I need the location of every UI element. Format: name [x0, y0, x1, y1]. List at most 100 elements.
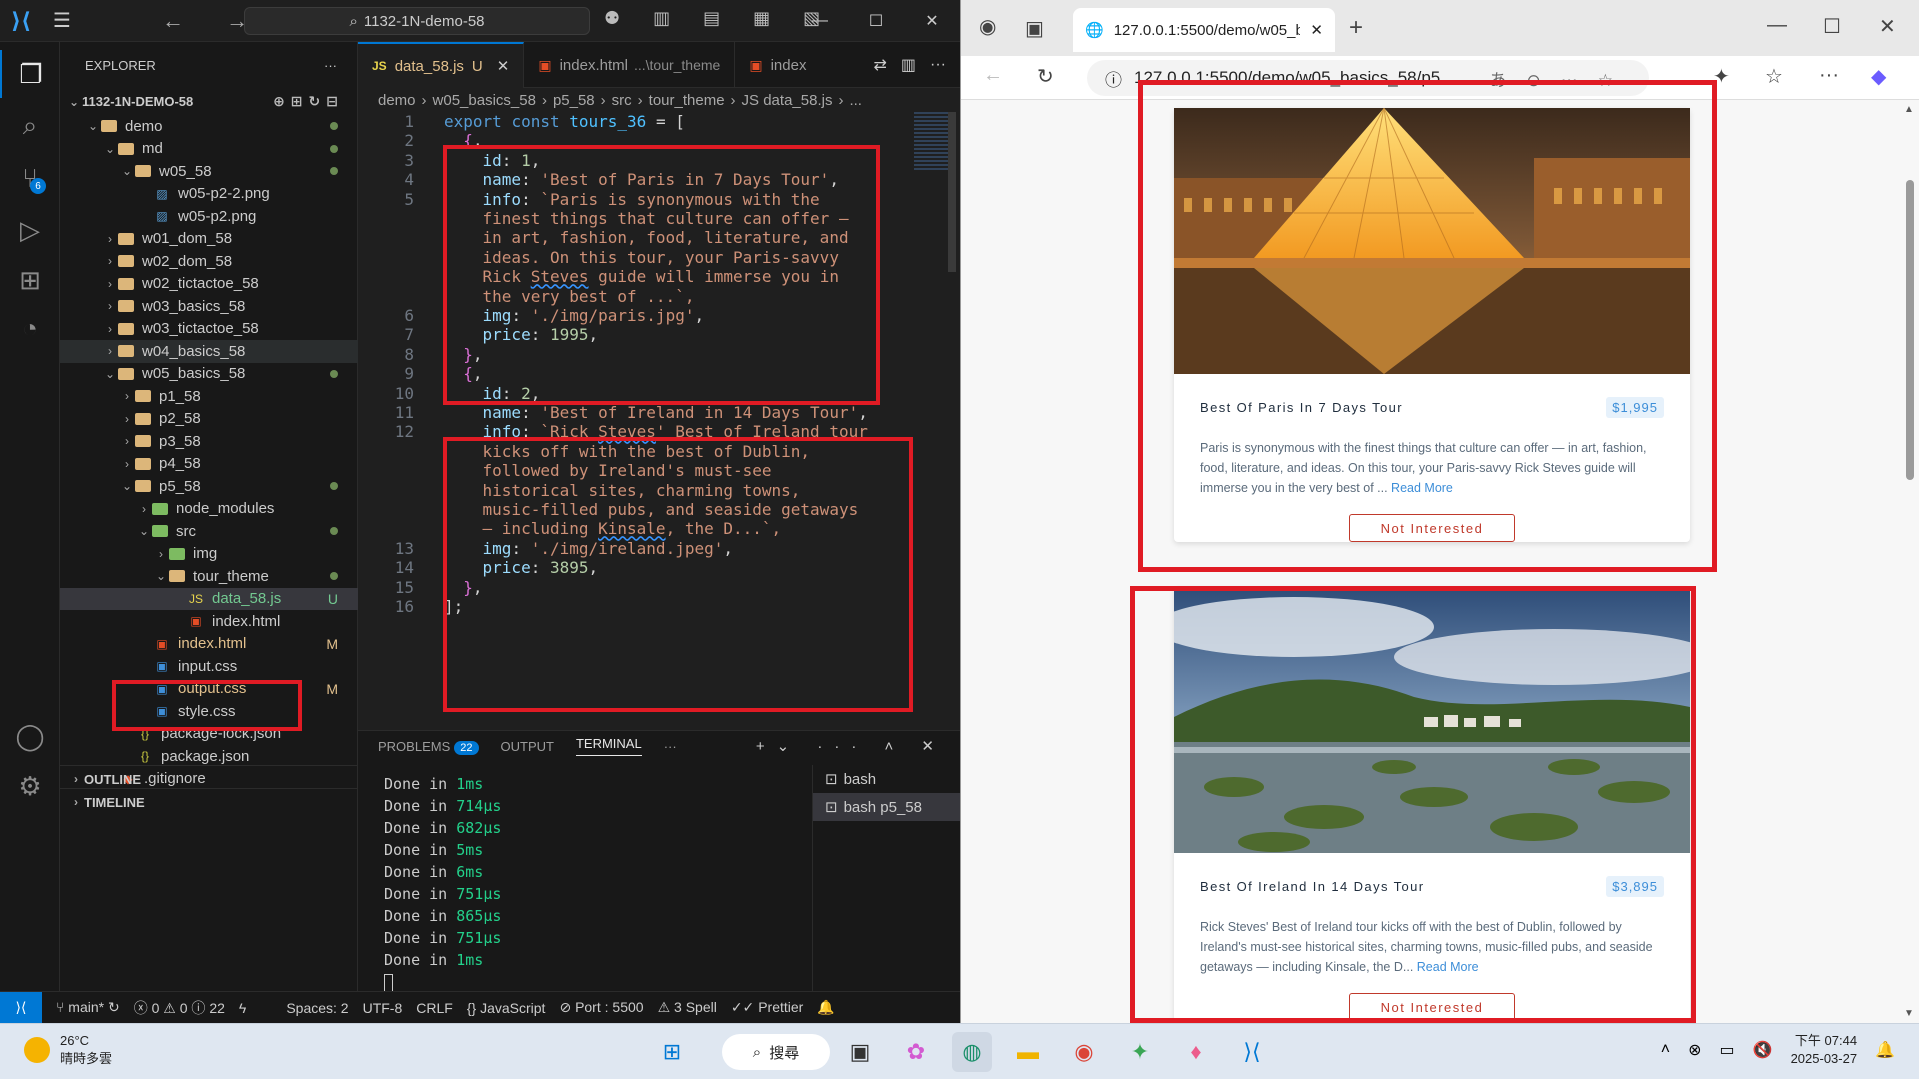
task-view-icon[interactable]: ▣ — [840, 1032, 880, 1072]
code-line[interactable]: 2 {, — [358, 131, 938, 150]
tab-data-58-js[interactable]: JS data_58.js U ✕ — [358, 42, 525, 88]
tree-item[interactable]: ⌄ w05_basics_58 — [60, 363, 358, 386]
tree-item[interactable]: › img — [60, 543, 358, 566]
code-line[interactable]: the very best of ...`, — [358, 287, 938, 306]
tree-item[interactable]: › w04_basics_58 — [60, 340, 358, 363]
address-bar[interactable]: ⓘ 127.0.0.1:5500/demo/w05_basics_58/p5 あ… — [1087, 60, 1649, 96]
tree-item[interactable]: ▣ input.css — [60, 655, 358, 678]
maximize-icon[interactable]: ☐ — [1823, 14, 1841, 39]
problems-status[interactable]: ⓧ 0 ⚠ 0 ⓘ 22 — [134, 998, 225, 1018]
terminal-output[interactable]: Done in 1ms Done in 714µs Done in 682µs Don… — [384, 773, 501, 993]
tab-actions-icon[interactable]: ▣ — [1025, 16, 1044, 41]
run-debug-icon[interactable]: ▷ — [0, 206, 60, 254]
close-tab-icon[interactable]: ✕ — [497, 57, 510, 75]
menu-icon[interactable]: ☰ — [42, 8, 82, 33]
copilot-app-icon[interactable]: ✿ — [896, 1032, 936, 1072]
breadcrumb-item[interactable]: src — [612, 92, 632, 109]
encoding-status[interactable]: UTF-8 — [363, 1000, 403, 1016]
code-line[interactable]: 16]; — [358, 597, 938, 616]
settings-gear-icon[interactable]: ⚙ — [0, 762, 60, 810]
code-line[interactable]: 1 export const tours_36 = [ — [358, 112, 938, 131]
code-line[interactable]: Rick Steves guide will immerse you in — [358, 267, 938, 286]
extensions-icon[interactable]: ⊞ — [0, 256, 60, 304]
tree-item[interactable]: ⌄ w05_58 — [60, 160, 358, 183]
settings-more-icon[interactable]: ··· — [1819, 64, 1839, 87]
notifications-icon[interactable]: 🔔 — [817, 999, 834, 1016]
network-icon[interactable]: ▭ — [1720, 1040, 1735, 1060]
copilot-icon[interactable]: ◆ — [1871, 64, 1886, 89]
read-more-link[interactable]: Read More — [1417, 960, 1479, 974]
code-line[interactable]: ideas. On this tour, your Paris-savvy — [358, 248, 938, 267]
chrome-icon[interactable]: ◉ — [1064, 1032, 1104, 1072]
read-more-link[interactable]: Read More — [1391, 481, 1453, 495]
terminal-item-bash[interactable]: ⊡ bash — [813, 765, 960, 793]
branch-status[interactable]: ⑂ main* ↻ — [56, 999, 120, 1016]
tab-output[interactable]: OUTPUT — [501, 739, 554, 754]
language-status[interactable]: {} JavaScript — [467, 1000, 546, 1016]
more-actions-icon[interactable]: ··· — [324, 58, 337, 73]
lightning-icon[interactable]: ϟ — [239, 1000, 246, 1016]
more-actions-icon[interactable]: ··· — [664, 739, 677, 754]
extensions-icon[interactable]: ✦ — [1713, 64, 1730, 89]
tab-problems[interactable]: PROBLEMS 22 — [378, 739, 479, 755]
code-line[interactable]: 10 id: 2, — [358, 384, 938, 403]
breadcrumb-item[interactable]: JS data_58.js — [742, 92, 833, 109]
weather-widget[interactable]: 26°C 晴時多雲 — [24, 1032, 112, 1068]
tree-item[interactable]: {} package-lock.json — [60, 723, 358, 746]
tree-item[interactable]: › p1_58 — [60, 385, 358, 408]
refresh-icon[interactable]: ↻ — [1037, 64, 1054, 89]
maximize-icon[interactable]: ☐ — [848, 0, 904, 42]
vscode-app-icon[interactable]: ⟩⟨ — [1232, 1032, 1272, 1072]
tree-item[interactable]: › p3_58 — [60, 430, 358, 453]
code-line[interactable]: in art, fashion, food, literature, and — [358, 228, 938, 247]
clock[interactable]: 下午 07:44 2025-03-27 — [1791, 1032, 1858, 1068]
scroll-thumb[interactable] — [1906, 180, 1914, 480]
tree-item[interactable]: ⌄ p5_58 — [60, 475, 358, 498]
code-line[interactable]: 4 name: 'Best of Paris in 7 Days Tour', — [358, 170, 938, 189]
tree-item[interactable]: JS data_58.js U — [60, 587, 358, 610]
breadcrumb-item[interactable]: p5_58 — [553, 92, 595, 109]
code-line[interactable]: 14 price: 3895, — [358, 558, 938, 577]
tree-item[interactable]: › node_modules — [60, 498, 358, 521]
taskbar-search[interactable]: ⌕ 搜尋 — [722, 1034, 830, 1070]
tree-item[interactable]: ⌄ demo — [60, 115, 358, 138]
tree-item[interactable]: ⌄ tour_theme — [60, 565, 358, 588]
favorites-icon[interactable]: ☆ — [1765, 64, 1783, 89]
spell-status[interactable]: ⚠ 3 Spell — [658, 999, 717, 1016]
page-scrollbar[interactable]: ▲ ▼ — [1900, 100, 1919, 1023]
tree-item[interactable]: › p4_58 — [60, 453, 358, 476]
code-view[interactable]: 1 export const tours_36 = [2 {, 3 id: 1, 4 … — [358, 112, 960, 730]
breadcrumb-item[interactable]: w05_basics_58 — [433, 92, 536, 109]
code-line[interactable]: kicks off with the best of Dublin, — [358, 442, 938, 461]
address-actions-icons[interactable]: あ⊖⋯☆ — [1490, 66, 1633, 91]
tree-item[interactable]: ▣ style.css — [60, 700, 358, 723]
not-interested-button[interactable]: Not Interested — [1349, 514, 1515, 542]
code-line[interactable]: music-filled pubs, and seaside getaways — [358, 500, 938, 519]
tree-item[interactable]: › w03_basics_58 — [60, 295, 358, 318]
tray-app-icon[interactable]: ⊗ — [1688, 1040, 1701, 1060]
eol-status[interactable]: CRLF — [416, 1000, 453, 1016]
code-line[interactable]: 3 id: 1, — [358, 151, 938, 170]
code-line[interactable]: followed by Ireland's must-see — [358, 461, 938, 480]
code-line[interactable]: 9 {, — [358, 364, 938, 383]
app-flame-icon[interactable]: ♦ — [1176, 1032, 1216, 1072]
tree-item[interactable]: ⌄ src — [60, 520, 358, 543]
code-line[interactable]: 8 }, — [358, 345, 938, 364]
compare-icon[interactable]: ⇄ — [873, 55, 886, 75]
explorer-icon[interactable]: ❐ — [0, 50, 60, 98]
start-icon[interactable]: ⊞ — [652, 1032, 692, 1072]
close-tab-icon[interactable]: ✕ — [1310, 21, 1323, 39]
explorer-actions-icons[interactable]: ⊕⊞↻⊟ — [273, 93, 344, 110]
command-center-search[interactable]: ⌕ 1132-1N-demo-58 — [244, 7, 590, 35]
breadcrumb-item[interactable]: demo — [378, 92, 416, 109]
breadcrumb-item[interactable]: ... — [849, 92, 862, 109]
code-line[interactable]: 6 img: './img/paris.jpg', — [358, 306, 938, 325]
code-line[interactable]: 5 info: `Paris is synonymous with the — [358, 190, 938, 209]
tree-item[interactable]: ▨ w05-p2.png — [60, 205, 358, 228]
code-line[interactable]: 7 price: 1995, — [358, 325, 938, 344]
tab-index[interactable]: ▣ index — [735, 42, 820, 88]
tree-item[interactable]: ▨ w05-p2-2.png — [60, 183, 358, 206]
split-editor-icon[interactable]: ▥ — [901, 55, 916, 75]
tree-item[interactable]: ⌄ md — [60, 138, 358, 161]
new-tab-icon[interactable]: + — [1349, 14, 1363, 42]
